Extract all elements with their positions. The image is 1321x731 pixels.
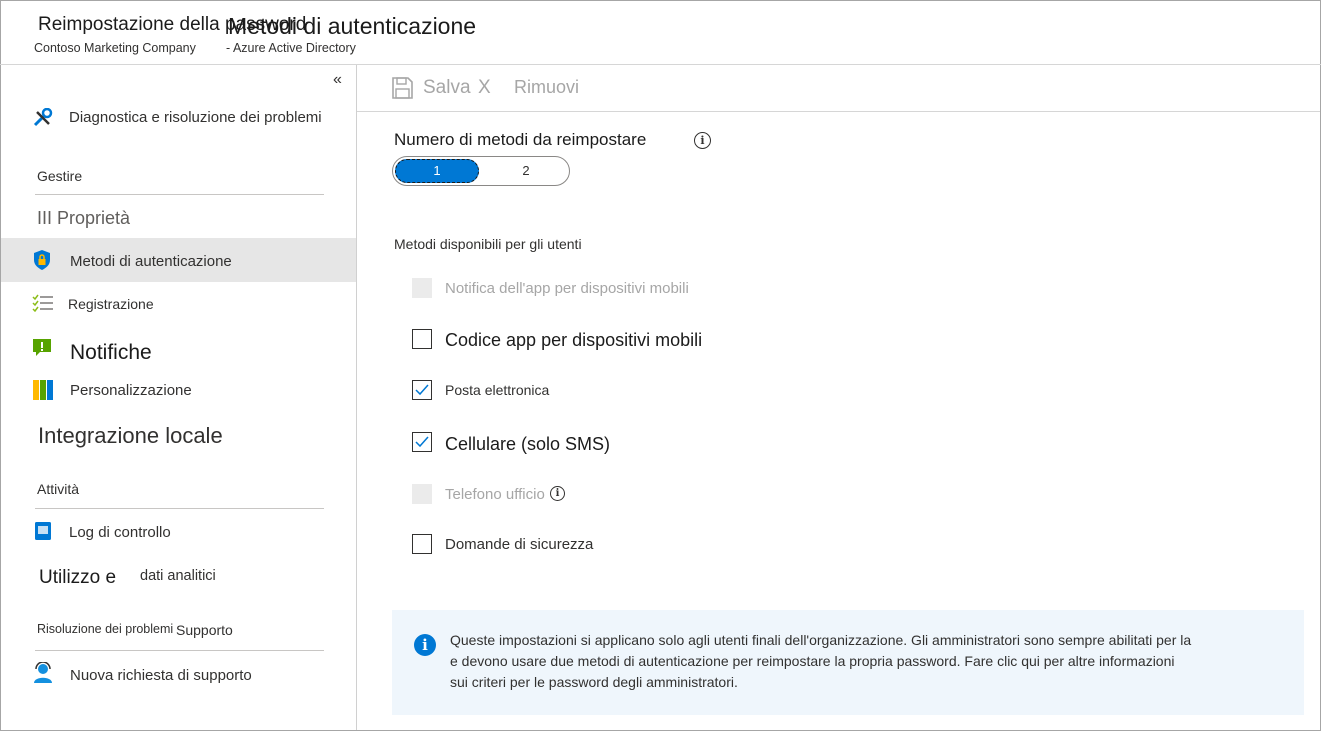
checklist-icon bbox=[32, 294, 54, 317]
main-content: Salva X Rimuovi Numero di metodi da reim… bbox=[357, 65, 1320, 730]
checkmark-icon bbox=[415, 436, 429, 448]
section-header-manage: Gestire bbox=[37, 168, 83, 184]
section-header-activity: Attività bbox=[37, 481, 80, 497]
divider bbox=[35, 508, 324, 509]
sidebar-item-registration[interactable]: Registrazione bbox=[1, 282, 356, 326]
sidebar: « Diagnostica e risoluzione dei problemi… bbox=[1, 65, 357, 730]
command-bar: Salva X Rimuovi bbox=[357, 65, 1320, 112]
shield-lock-icon bbox=[32, 249, 52, 276]
save-button[interactable]: Salva bbox=[423, 77, 471, 99]
checkbox-label: Codice app per dispositivi mobili bbox=[445, 330, 703, 350]
sidebar-item-label: Diagnostica e risoluzione dei problemi bbox=[69, 109, 322, 126]
sidebar-item-new-support-request[interactable]: Nuova richiesta di supporto bbox=[1, 652, 356, 696]
sidebar-item-troubleshoot[interactable]: Diagnostica e risoluzione dei problemi bbox=[1, 96, 356, 140]
checkbox-mobile-app-code[interactable] bbox=[412, 329, 432, 349]
blade-header: Reimpostazione della password Metodi di … bbox=[0, 0, 1321, 65]
info-filled-icon: i bbox=[414, 634, 436, 656]
methods-label: Metodi disponibili per gli utenti bbox=[394, 236, 582, 252]
sidebar-item-auth-methods[interactable]: Metodi di autenticazione bbox=[1, 238, 356, 282]
support-person-icon bbox=[33, 661, 53, 689]
checkbox-mobile-app-notification bbox=[412, 278, 432, 298]
org-name: Contoso Marketing Company bbox=[34, 41, 196, 55]
checkbox-office-phone bbox=[412, 484, 432, 504]
checkbox-label: Cellulare (solo SMS) bbox=[445, 434, 611, 454]
sidebar-item-onprem[interactable]: Integrazione locale bbox=[38, 423, 223, 449]
toggle-option-1[interactable]: 1 bbox=[395, 159, 479, 183]
wrench-icon bbox=[33, 107, 53, 133]
sidebar-item-usage-insights[interactable]: Utilizzo e dati analitici bbox=[1, 555, 356, 599]
section-header-support: Risoluzione dei problemi bbox=[37, 622, 174, 636]
notification-icon bbox=[32, 338, 52, 363]
sidebar-item-label: dati analitici bbox=[140, 568, 216, 584]
sidebar-item-label: Registrazione bbox=[68, 296, 154, 312]
service-name: - Azure Active Directory bbox=[226, 41, 356, 55]
checkbox-mobile-sms[interactable] bbox=[412, 432, 432, 452]
collapse-sidebar-icon[interactable]: « bbox=[333, 71, 342, 89]
log-icon bbox=[34, 521, 52, 546]
sidebar-item-label: Utilizzo e bbox=[39, 567, 117, 588]
sidebar-item-label: Metodi di autenticazione bbox=[70, 253, 232, 270]
save-icon[interactable] bbox=[392, 77, 413, 104]
toggle-option-2[interactable]: 2 bbox=[483, 157, 569, 185]
reset-count-toggle: 1 2 bbox=[392, 156, 570, 186]
sidebar-item-label: III Proprietà bbox=[37, 208, 131, 228]
sidebar-item-label: Notifiche bbox=[70, 341, 152, 364]
checkbox-label: Notifica dell'app per dispositivi mobili bbox=[445, 280, 689, 297]
info-icon[interactable]: i bbox=[694, 132, 711, 149]
reset-count-label: Numero di metodi da reimpostare bbox=[394, 130, 647, 149]
divider bbox=[35, 194, 324, 195]
sidebar-item-customization[interactable]: Personalizzazione bbox=[1, 368, 356, 412]
info-banner[interactable]: i Queste impostazioni si applicano solo … bbox=[392, 610, 1304, 715]
checkbox-label: Telefono ufficio bbox=[445, 486, 545, 503]
customization-icon bbox=[33, 379, 53, 406]
info-banner-text: Queste impostazioni si applicano solo ag… bbox=[450, 632, 1192, 690]
discard-button[interactable]: X bbox=[478, 77, 491, 99]
checkmark-icon bbox=[415, 384, 429, 396]
page-subtitle-overlay: Metodi di autenticazione bbox=[228, 13, 477, 39]
sidebar-item-audit-logs[interactable]: Log di controllo bbox=[1, 510, 356, 554]
sidebar-item-label: Nuova richiesta di supporto bbox=[70, 667, 252, 684]
sidebar-item-label: Personalizzazione bbox=[70, 382, 192, 399]
checkbox-email[interactable] bbox=[412, 380, 432, 400]
sidebar-item-label: Log di controllo bbox=[69, 524, 171, 541]
checkbox-label: Domande di sicurezza bbox=[445, 536, 594, 553]
checkbox-security-questions[interactable] bbox=[412, 534, 432, 554]
section-header-support-b: Supporto bbox=[176, 622, 233, 638]
sidebar-item-notifications[interactable]: Notifiche bbox=[1, 329, 356, 373]
sidebar-item-properties[interactable]: III Proprietà bbox=[1, 196, 356, 240]
info-icon[interactable]: i bbox=[550, 486, 565, 501]
divider bbox=[35, 650, 324, 651]
checkbox-label: Posta elettronica bbox=[445, 382, 550, 398]
remove-button[interactable]: Rimuovi bbox=[514, 77, 579, 98]
